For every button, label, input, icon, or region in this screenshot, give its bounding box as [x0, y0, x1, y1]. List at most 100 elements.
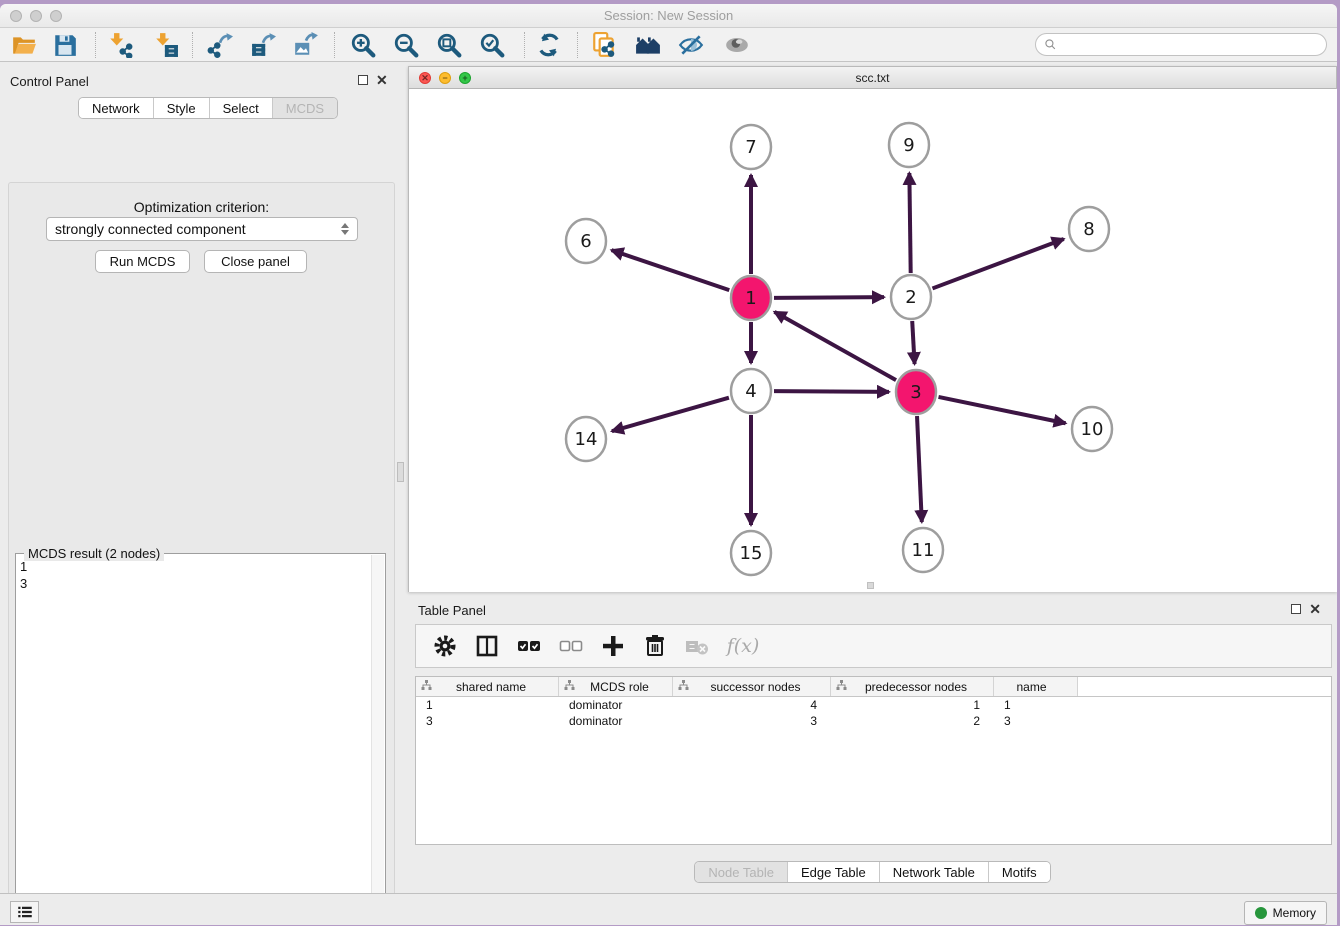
column-header-successor-nodes[interactable]: successor nodes	[673, 677, 831, 696]
save-session-icon[interactable]	[50, 32, 80, 58]
result-scrollbar[interactable]	[371, 555, 384, 925]
table-row[interactable]: 3dominator323	[416, 713, 1331, 729]
graph-edge-4-3[interactable]	[774, 391, 889, 392]
deselect-all-icon[interactable]	[556, 632, 586, 660]
table-settings-icon[interactable]	[430, 632, 460, 660]
home-icon[interactable]	[633, 32, 663, 58]
cell-mcds_role: dominator	[559, 698, 673, 712]
zoom-in-icon[interactable]	[348, 32, 378, 58]
memory-status-icon	[1255, 907, 1267, 919]
search-icon	[1044, 38, 1057, 51]
graph-edge-2-8[interactable]	[932, 239, 1063, 288]
column-header-shared-name[interactable]: shared name	[416, 677, 559, 696]
refresh-view-icon[interactable]	[534, 32, 564, 58]
export-network-icon[interactable]	[205, 32, 235, 58]
graph-edge-2-9[interactable]	[909, 173, 910, 273]
column-header-predecessor-nodes[interactable]: predecessor nodes	[831, 677, 994, 696]
graph-edge-1-2[interactable]	[774, 297, 884, 298]
float-table-panel-icon[interactable]	[1291, 604, 1301, 614]
close-panel-button[interactable]: Close panel	[204, 250, 307, 273]
title-bar[interactable]: Session: New Session	[0, 4, 1337, 28]
memory-button[interactable]: Memory	[1244, 901, 1327, 925]
graph-node-9[interactable]: 9	[889, 123, 929, 167]
list-icon	[16, 903, 34, 921]
import-network-icon[interactable]	[105, 32, 135, 58]
result-line: 1	[20, 558, 369, 575]
graph-node-1[interactable]: 1	[731, 276, 771, 320]
cell-name: 3	[994, 714, 1078, 728]
tree-sort-icon	[564, 680, 575, 694]
zoom-fit-icon[interactable]	[434, 32, 464, 58]
table-tab-network-table[interactable]: Network Table	[879, 862, 988, 882]
table-tab-node-table[interactable]: Node Table	[695, 862, 787, 882]
column-header-name[interactable]: name	[994, 677, 1078, 696]
mcds-result-lines: 13	[20, 558, 369, 925]
graph-node-label: 15	[740, 543, 763, 564]
toolbar-separator	[95, 32, 96, 58]
graph-node-14[interactable]: 14	[566, 417, 606, 461]
graph-edge-4-14[interactable]	[612, 398, 729, 431]
duplicate-network-icon[interactable]	[589, 32, 619, 58]
optimization-criterion-label: Optimization criterion:	[9, 199, 394, 215]
table-tab-motifs[interactable]: Motifs	[988, 862, 1050, 882]
console-button[interactable]	[10, 901, 39, 923]
graph-edge-1-6[interactable]	[612, 250, 730, 290]
graph-node-label: 2	[905, 287, 916, 308]
network-graph-canvas[interactable]: 7 9 6 8 1 2 4 3 14 10 15 11	[409, 89, 1337, 592]
criterion-dropdown[interactable]: strongly connected component	[46, 217, 358, 241]
graph-edge-2-3[interactable]	[912, 321, 914, 364]
split-view-icon[interactable]	[472, 632, 502, 660]
zoom-out-icon[interactable]	[391, 32, 421, 58]
graph-node-3[interactable]: 3	[896, 370, 936, 414]
main-toolbar	[0, 28, 1337, 62]
result-line: 3	[20, 575, 369, 592]
cell-successor_nodes: 4	[673, 698, 831, 712]
export-image-icon[interactable]	[291, 32, 321, 58]
control-panel-title: Control Panel	[10, 74, 89, 89]
hide-selected-icon[interactable]	[676, 32, 706, 58]
application-window: Session: New Session Control Panel ✕ Net…	[0, 4, 1337, 925]
graph-node-8[interactable]: 8	[1069, 207, 1109, 251]
cell-shared_name: 3	[416, 714, 559, 728]
delete-table-disabled-icon	[682, 632, 712, 660]
graph-edge-3-10[interactable]	[939, 397, 1066, 423]
toolbar-separator	[524, 32, 525, 58]
tab-network[interactable]: Network	[79, 98, 153, 118]
zoom-selected-icon[interactable]	[477, 32, 507, 58]
delete-column-icon[interactable]	[640, 632, 670, 660]
search-input[interactable]	[1057, 35, 1326, 54]
graph-node-4[interactable]: 4	[731, 369, 771, 413]
column-header-MCDS-role[interactable]: MCDS role	[559, 677, 673, 696]
tab-style[interactable]: Style	[153, 98, 209, 118]
graph-node-15[interactable]: 15	[731, 531, 771, 575]
graph-node-11[interactable]: 11	[903, 528, 943, 572]
graph-node-6[interactable]: 6	[566, 219, 606, 263]
select-all-icon[interactable]	[514, 632, 544, 660]
network-resize-handle[interactable]	[867, 582, 874, 589]
network-window-titlebar[interactable]: ✕ − + scc.txt	[409, 67, 1336, 89]
open-session-icon[interactable]	[9, 32, 39, 58]
show-all-icon[interactable]	[722, 32, 752, 58]
table-header-row: shared nameMCDS rolesuccessor nodesprede…	[416, 677, 1331, 697]
tab-select[interactable]: Select	[209, 98, 272, 118]
close-panel-icon[interactable]: ✕	[376, 74, 388, 86]
window-title: Session: New Session	[0, 8, 1337, 23]
float-panel-icon[interactable]	[358, 75, 368, 85]
graph-node-7[interactable]: 7	[731, 125, 771, 169]
add-column-icon[interactable]	[598, 632, 628, 660]
export-table-icon[interactable]	[248, 32, 278, 58]
cell-predecessor_nodes: 2	[831, 714, 994, 728]
mcds-panel: Optimization criterion: strongly connect…	[8, 182, 395, 925]
table-tab-edge-table[interactable]: Edge Table	[787, 862, 879, 882]
panel-divider-grip[interactable]	[397, 462, 404, 482]
tab-mcds[interactable]: MCDS	[272, 98, 337, 118]
graph-node-10[interactable]: 10	[1072, 407, 1112, 451]
table-row[interactable]: 1dominator411	[416, 697, 1331, 713]
graph-node-2[interactable]: 2	[891, 275, 931, 319]
run-mcds-button[interactable]: Run MCDS	[95, 250, 190, 273]
graph-edge-3-1[interactable]	[774, 312, 896, 380]
network-title: scc.txt	[409, 71, 1336, 85]
import-table-icon[interactable]	[151, 32, 181, 58]
close-table-panel-icon[interactable]: ✕	[1309, 603, 1321, 615]
graph-edge-3-11[interactable]	[917, 416, 922, 522]
